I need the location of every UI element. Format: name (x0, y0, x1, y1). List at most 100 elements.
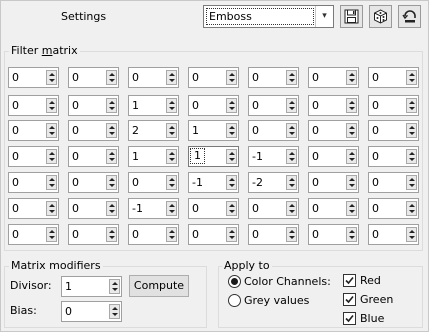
matrix-cell[interactable]: 0 (68, 120, 119, 141)
matrix-cell[interactable]: 0 (128, 172, 179, 193)
save-preset-button[interactable] (340, 5, 363, 28)
matrix-cell[interactable]: -1 (128, 198, 179, 219)
matrix-cell[interactable]: 0 (248, 198, 299, 219)
matrix-cell[interactable]: -2 (248, 172, 299, 193)
matrix-cell[interactable]: 0 (128, 224, 179, 245)
spinner-arrows-icon[interactable] (106, 175, 117, 190)
matrix-cell[interactable]: 0 (368, 224, 419, 245)
matrix-cell[interactable]: 1 (188, 120, 239, 141)
spinner-arrows-icon[interactable] (346, 70, 357, 85)
spinner-arrows-icon[interactable] (166, 98, 177, 113)
divisor-spinbox[interactable]: 1 (61, 276, 122, 297)
spinner-arrows-icon[interactable] (226, 201, 237, 216)
preset-dropdown[interactable]: Emboss ▾ (203, 5, 334, 28)
spinner-arrows-icon[interactable] (226, 70, 237, 85)
color-channels-radio[interactable] (228, 275, 241, 288)
spinner-arrows-icon[interactable] (46, 149, 57, 164)
spinner-arrows-icon[interactable] (226, 149, 237, 164)
spinner-arrows-icon[interactable] (346, 227, 357, 242)
spinner-arrows-icon[interactable] (46, 201, 57, 216)
spinner-arrows-icon[interactable] (226, 98, 237, 113)
spinner-arrows-icon[interactable] (346, 175, 357, 190)
matrix-cell[interactable]: 0 (8, 172, 59, 193)
green-channel-label[interactable]: Green (360, 293, 393, 306)
spinner-arrows-icon[interactable] (166, 123, 177, 138)
spinner-arrows-icon[interactable] (46, 98, 57, 113)
spinner-arrows-icon[interactable] (286, 175, 297, 190)
matrix-cell[interactable]: 0 (188, 224, 239, 245)
matrix-cell[interactable]: 0 (308, 224, 359, 245)
spinner-arrows-icon[interactable] (286, 70, 297, 85)
matrix-cell[interactable]: 0 (68, 95, 119, 116)
spinner-arrows-icon[interactable] (406, 175, 417, 190)
spinner-arrows-icon[interactable] (406, 149, 417, 164)
matrix-cell[interactable]: 0 (308, 172, 359, 193)
spinner-arrows-icon[interactable] (286, 123, 297, 138)
spinner-arrows-icon[interactable] (346, 149, 357, 164)
matrix-cell[interactable]: 0 (248, 224, 299, 245)
matrix-cell[interactable]: 0 (68, 67, 119, 88)
matrix-cell[interactable]: 0 (68, 198, 119, 219)
matrix-cell[interactable]: 0 (8, 198, 59, 219)
spinner-arrows-icon[interactable] (346, 98, 357, 113)
spinner-arrows-icon[interactable] (106, 227, 117, 242)
red-channel-checkbox[interactable] (343, 274, 356, 287)
color-channels-label[interactable]: Color Channels: (244, 275, 331, 288)
matrix-cell[interactable]: 0 (368, 95, 419, 116)
spinner-arrows-icon[interactable] (406, 70, 417, 85)
matrix-cell[interactable]: 0 (8, 224, 59, 245)
spinner-arrows-icon[interactable] (346, 201, 357, 216)
spinner-arrows-icon[interactable] (106, 149, 117, 164)
compute-button[interactable]: Compute (129, 275, 189, 297)
matrix-cell[interactable]: 0 (368, 146, 419, 167)
spinner-arrows-icon[interactable] (286, 227, 297, 242)
spinner-arrows-icon[interactable] (166, 175, 177, 190)
matrix-cell[interactable]: 0 (308, 95, 359, 116)
random-preset-button[interactable] (369, 5, 392, 28)
spinner-arrows-icon[interactable] (346, 123, 357, 138)
matrix-cell[interactable]: 0 (188, 198, 239, 219)
spinner-arrows-icon[interactable] (286, 201, 297, 216)
matrix-cell[interactable]: 0 (248, 95, 299, 116)
spinner-arrows-icon[interactable] (106, 70, 117, 85)
spinner-arrows-icon[interactable] (286, 98, 297, 113)
matrix-cell[interactable]: 0 (68, 172, 119, 193)
matrix-cell[interactable]: 0 (8, 120, 59, 141)
spinner-arrows-icon[interactable] (406, 201, 417, 216)
matrix-cell[interactable]: 0 (68, 224, 119, 245)
matrix-cell[interactable]: 0 (248, 67, 299, 88)
spinner-arrows-icon[interactable] (106, 98, 117, 113)
matrix-cell[interactable]: 0 (308, 67, 359, 88)
matrix-cell[interactable]: -1 (188, 172, 239, 193)
spinner-arrows-icon[interactable] (106, 123, 117, 138)
spinner-arrows-icon[interactable] (166, 70, 177, 85)
matrix-cell[interactable]: 0 (8, 67, 59, 88)
matrix-cell[interactable]: 0 (368, 67, 419, 88)
matrix-cell[interactable]: 2 (128, 120, 179, 141)
matrix-cell[interactable]: 0 (188, 95, 239, 116)
matrix-cell[interactable]: 0 (8, 95, 59, 116)
matrix-cell[interactable]: 0 (188, 67, 239, 88)
spinner-arrows-icon[interactable] (286, 149, 297, 164)
matrix-cell[interactable]: 0 (368, 198, 419, 219)
spinner-arrows-icon[interactable] (226, 123, 237, 138)
spinner-arrows-icon[interactable] (406, 227, 417, 242)
spinner-arrows-icon[interactable] (46, 123, 57, 138)
spinner-arrows-icon[interactable] (406, 123, 417, 138)
matrix-cell[interactable]: 0 (68, 146, 119, 167)
matrix-cell[interactable]: 0 (368, 172, 419, 193)
reset-preset-button[interactable] (398, 5, 421, 28)
matrix-cell[interactable]: 0 (248, 120, 299, 141)
matrix-cell[interactable]: 0 (308, 146, 359, 167)
matrix-cell[interactable]: 0 (128, 67, 179, 88)
spinner-arrows-icon[interactable] (106, 201, 117, 216)
spinner-arrows-icon[interactable] (46, 175, 57, 190)
spinner-arrows-icon[interactable] (109, 279, 120, 294)
blue-channel-label[interactable]: Blue (360, 312, 384, 325)
grey-values-label[interactable]: Grey values (244, 294, 309, 307)
spinner-arrows-icon[interactable] (226, 175, 237, 190)
spinner-arrows-icon[interactable] (226, 227, 237, 242)
matrix-cell[interactable]: 0 (8, 146, 59, 167)
matrix-cell[interactable]: 1 (128, 95, 179, 116)
matrix-cell[interactable]: 1 (188, 146, 239, 167)
